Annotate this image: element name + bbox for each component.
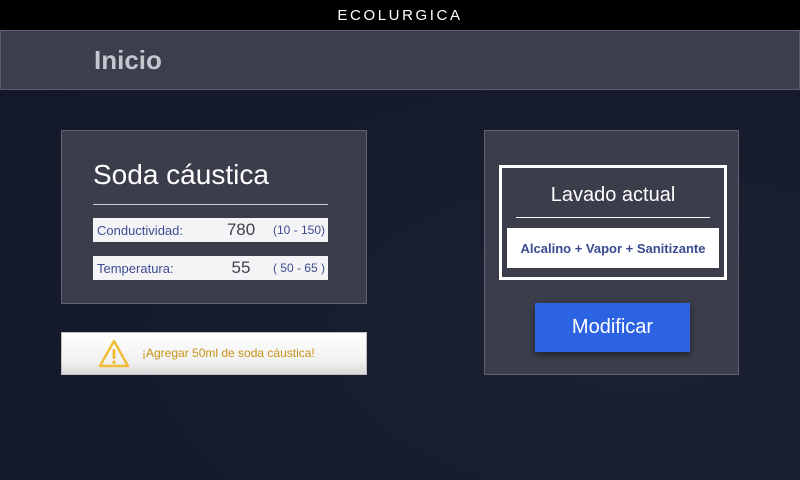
top-bar: ECOLURGICA (0, 0, 800, 30)
alert-banner: ¡Agregar 50ml de soda cáustica! (61, 332, 367, 375)
app-brand: ECOLURGICA (337, 6, 463, 24)
temperature-row: Temperatura: 55 ( 50 - 65 ) (93, 256, 328, 280)
wash-panel: Lavado actual Alcalino + Vapor + Sanitiz… (484, 130, 739, 375)
soda-title: Soda cáustica (93, 159, 269, 190)
soda-panel: Soda cáustica Conductividad: 780 (10 - 1… (61, 130, 367, 304)
modify-button[interactable]: Modificar (535, 303, 690, 352)
alert-message: ¡Agregar 50ml de soda cáustica! (142, 346, 315, 360)
current-wash-box: Lavado actual Alcalino + Vapor + Sanitiz… (499, 165, 727, 280)
current-wash-title: Lavado actual (550, 184, 676, 206)
conductivity-value: 780 (226, 220, 256, 239)
soda-divider (93, 204, 328, 205)
temperature-label: Temperatura: (97, 260, 174, 276)
temperature-value: 55 (231, 258, 251, 277)
conductivity-row: Conductividad: 780 (10 - 150) (93, 218, 328, 242)
conductivity-range: (10 - 150) (272, 223, 325, 237)
current-wash-divider (516, 217, 710, 218)
current-wash-value-box: Alcalino + Vapor + Sanitizante (507, 228, 719, 268)
page-header: Inicio (0, 30, 800, 90)
temperature-range: ( 50 - 65 ) (272, 261, 325, 275)
conductivity-label: Conductividad: (97, 222, 183, 238)
warning-icon (98, 339, 130, 368)
page-title: Inicio (94, 45, 162, 75)
current-wash-value: Alcalino + Vapor + Sanitizante (520, 240, 706, 256)
